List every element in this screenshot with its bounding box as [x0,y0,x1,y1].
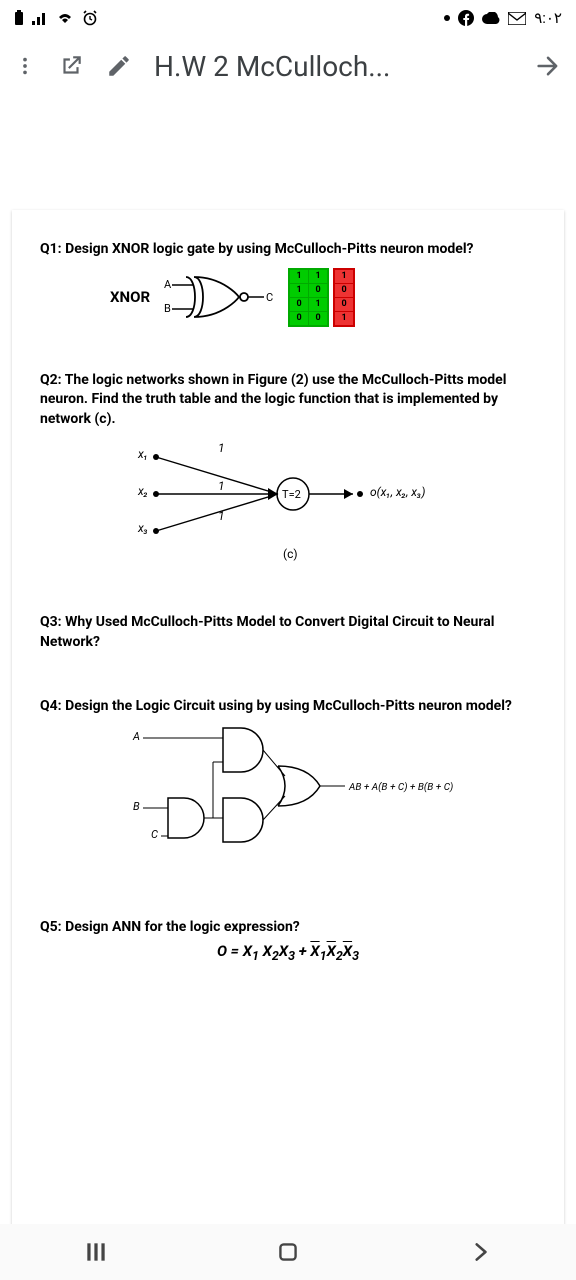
document-title[interactable]: H.W 2 McCulloch... [154,50,512,83]
signal-icon [32,11,48,25]
recents-button[interactable] [83,1239,109,1265]
q3-text: Q3: Why Used McCulloch-Pitts Model to Co… [40,613,536,652]
xnor-label: XNOR [110,288,150,306]
back-button[interactable] [467,1239,493,1265]
q4-text: Q4: Design the Logic Circuit using by us… [40,697,536,717]
q4-circuit: A B C [123,724,453,874]
facebook-icon [458,10,474,26]
wifi-icon [56,11,74,25]
output-c-label: C [266,291,273,304]
forward-arrow-icon[interactable] [534,52,562,80]
input-b-label: B [164,302,171,315]
clock-text: ٩:٠٢ [534,9,562,27]
svg-text:B: B [133,800,140,813]
input-a-label: A [164,278,172,291]
svg-text:C: C [151,828,158,841]
svg-text:AB + A(B + C) + B(B + C): AB + A(B + C) + B(B + C) [348,781,453,793]
home-button[interactable] [275,1239,301,1265]
q5-text: Q5: Design ANN for the logic expression? [40,918,536,938]
gmail-icon [508,12,526,25]
svg-text:A: A [132,730,140,743]
dot-icon [444,15,450,21]
q5-expression: O = X1 X2X3 + X1X2X3 [40,942,536,964]
edit-icon[interactable] [106,53,132,79]
alarm-icon [82,10,98,26]
q1-text: Q1: Design XNOR logic gate by using McCu… [40,240,536,260]
battery-icon [14,10,24,26]
svg-text:T=2: T=2 [282,488,301,501]
document-page[interactable]: Q1: Design XNOR logic gate by using McCu… [12,210,564,1230]
cloud-icon [482,12,500,24]
q2-text: Q2: The logic networks shown in Figure (… [40,371,536,430]
more-vert-icon[interactable] [14,55,36,77]
q2-network: T=2 x₁ x₂ x₃ 1 1 1 o(x₁, x₂, x₃) (c) [138,439,438,569]
open-external-icon[interactable] [58,53,84,79]
xnor-diagram: XNOR A B C 11100100 [110,268,536,327]
truth-table: 11100100 1001 [288,268,355,327]
